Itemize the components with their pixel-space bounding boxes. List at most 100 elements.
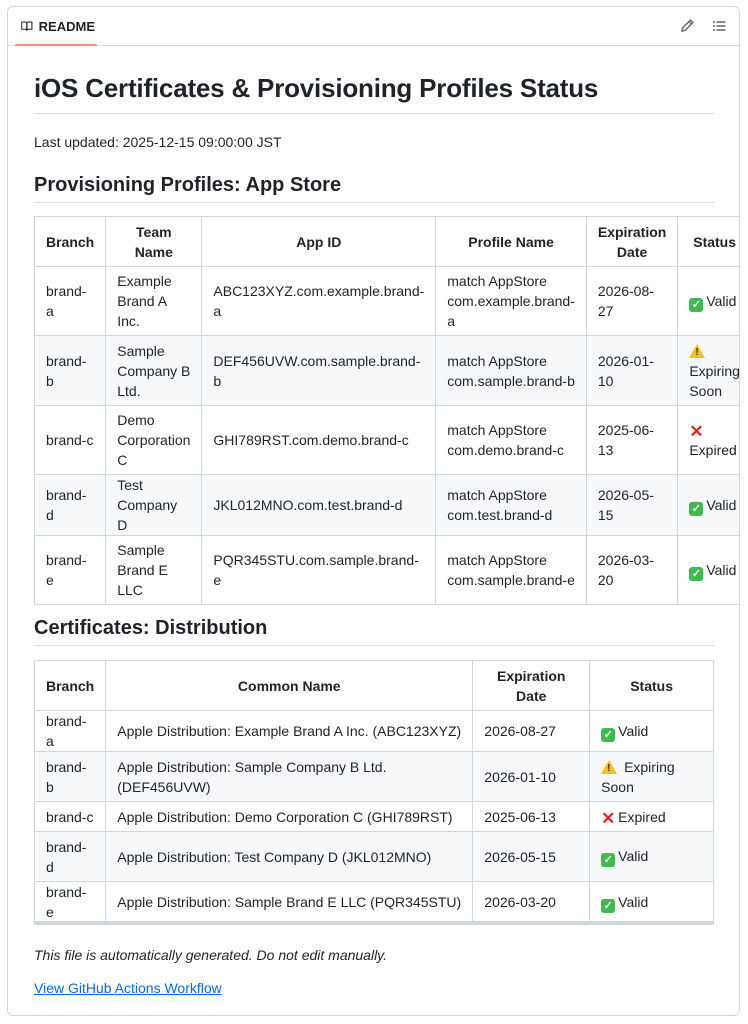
cell-expiration: 2026-05-15 [472,831,591,882]
cell-status: ✓ Valid [677,474,739,536]
warning-icon [601,759,618,776]
cell-common-name: Apple Distribution: Example Brand A Inc.… [105,710,474,752]
cross-icon: ✕ [689,422,704,441]
cell-branch: brand-b [33,335,107,406]
profiles-table: Branch Team Name App ID Profile Name Exp… [33,216,740,605]
cell-expiration: 2026-03-20 [472,881,591,923]
check-icon: ✓ [601,853,616,867]
table-row: brand-b Apple Distribution: Sample Compa… [33,751,714,802]
status-text: Valid [618,722,649,739]
cell-branch: brand-a [33,266,107,336]
cell-expiration: 2025-06-13 [585,405,679,475]
status-text: Expired [618,808,666,825]
workflow-link[interactable]: View GitHub Actions Workflow [34,980,222,996]
footer-note: This file is automatically generated. Do… [34,947,388,963]
cell-status: ✓ Valid [589,710,714,752]
cell-team: Demo Corporation C [105,405,203,475]
cell-branch: brand-c [33,405,107,475]
cell-expiration: 2026-01-10 [472,751,591,802]
status-text: Valid [618,893,649,910]
check-icon: ✓ [601,898,616,913]
table-row: brand-a Example Brand A Inc. ABC123XYZ.c… [33,266,739,336]
cell-expiration: 2026-08-27 [585,266,679,336]
cell-expiration: 2026-01-10 [585,335,679,406]
book-icon [21,21,33,31]
warning-icon [689,343,706,360]
cell-branch: brand-a [33,710,107,752]
cell-status: ✓ Valid [589,881,714,923]
table-row: brand-e Sample Brand E LLC PQR345STU.com… [33,535,739,605]
table-row: brand-d Test Company D JKL012MNO.com.tes… [33,474,739,536]
cell-branch: brand-d [33,831,107,882]
cell-app-id: ABC123XYZ.com.example.brand-a [201,266,437,336]
status-text: Valid [706,561,737,578]
cell-app-id: PQR345STU.com.sample.brand-e [201,535,437,605]
col-expiration: Expiration Date [585,216,679,267]
cell-status: ✓ Valid [589,831,714,882]
check-icon: ✓ [689,566,704,581]
table-row: brand-d Apple Distribution: Test Company… [33,831,714,882]
col-team-name: Team Name [105,216,203,267]
table-row: brand-c Demo Corporation C GHI789RST.com… [33,405,739,475]
cell-common-name: Apple Distribution: Test Company D (JKL0… [105,831,474,882]
status-text: Expiring Soon [689,362,740,399]
col-profile-name: Profile Name [435,216,587,267]
page-title: iOS Certificates & Provisioning Profiles… [34,73,599,103]
table-row: brand-b Sample Company B Ltd. DEF456UVW.… [33,335,740,406]
cell-team: Test Company D [105,474,203,536]
cell-status: ✓ Valid [677,535,739,605]
cell-app-id: JKL012MNO.com.test.brand-d [201,474,437,536]
cell-expiration: 2026-03-20 [585,535,679,605]
cross-icon: ✕ [601,808,616,828]
profiles-heading: Provisioning Profiles: App Store [34,174,342,196]
cell-expiration: 2026-05-15 [585,474,679,536]
cell-team: Sample Company B Ltd. [105,335,203,406]
col-status: Status [677,216,739,267]
cell-expiration: 2025-06-13 [472,801,591,832]
status-text: Valid [706,292,737,309]
status-text: Valid [618,848,649,864]
readme-panel: README iOS Certificates & Provisioning P… [7,6,740,1016]
cell-common-name: Apple Distribution: Sample Company B Ltd… [105,751,474,802]
cell-status: ✕ Expired [677,405,739,475]
cell-branch: brand-e [33,535,107,605]
cell-common-name: Apple Distribution: Demo Corporation C (… [105,801,474,832]
cell-team: Example Brand A Inc. [105,266,203,336]
cell-profile: match AppStore com.demo.brand-c [435,405,587,475]
col-common-name: Common Name [105,660,474,711]
check-icon: ✓ [689,501,704,516]
status-text: Expired [689,442,737,458]
cell-branch: brand-d [33,474,107,536]
list-icon[interactable] [711,18,727,34]
cell-app-id: DEF456UVW.com.sample.brand-b [201,335,437,406]
status-text: Valid [706,496,737,513]
col-status: Status [589,660,714,711]
cell-branch: brand-b [33,751,107,802]
certificates-table: Branch Common Name Expiration Date Statu… [33,660,714,923]
footer-divider [34,921,714,925]
cell-profile: match AppStore com.test.brand-d [435,474,587,536]
cell-status: ✓ Valid [677,266,739,336]
cell-team: Sample Brand E LLC [105,535,203,605]
cell-status: ✕ Expired [589,801,714,832]
check-icon: ✓ [601,727,616,742]
cell-status: Expiring Soon [589,751,714,802]
tab-readme-label: README [38,18,95,34]
col-expiration: Expiration Date [472,660,591,711]
cell-profile: match AppStore com.sample.brand-e [435,535,587,605]
certificates-heading: Certificates: Distribution [34,617,268,639]
col-app-id: App ID [201,216,437,267]
check-icon: ✓ [689,297,704,312]
pencil-icon[interactable] [679,18,695,34]
profiles-divider [34,202,714,203]
cell-profile: match AppStore com.sample.brand-b [435,335,587,406]
cell-common-name: Apple Distribution: Sample Brand E LLC (… [105,881,474,923]
last-updated: Last updated: 2025-12-15 09:00:00 JST [34,134,282,150]
readme-header: README [8,7,739,46]
cell-app-id: GHI789RST.com.demo.brand-c [201,405,437,475]
table-row: brand-c Apple Distribution: Demo Corpora… [33,801,714,832]
cell-profile: match AppStore com.example.brand-a [435,266,587,336]
table-row: brand-e Apple Distribution: Sample Brand… [33,881,714,923]
tab-readme[interactable]: README [15,7,95,45]
cell-branch: brand-c [33,801,107,832]
